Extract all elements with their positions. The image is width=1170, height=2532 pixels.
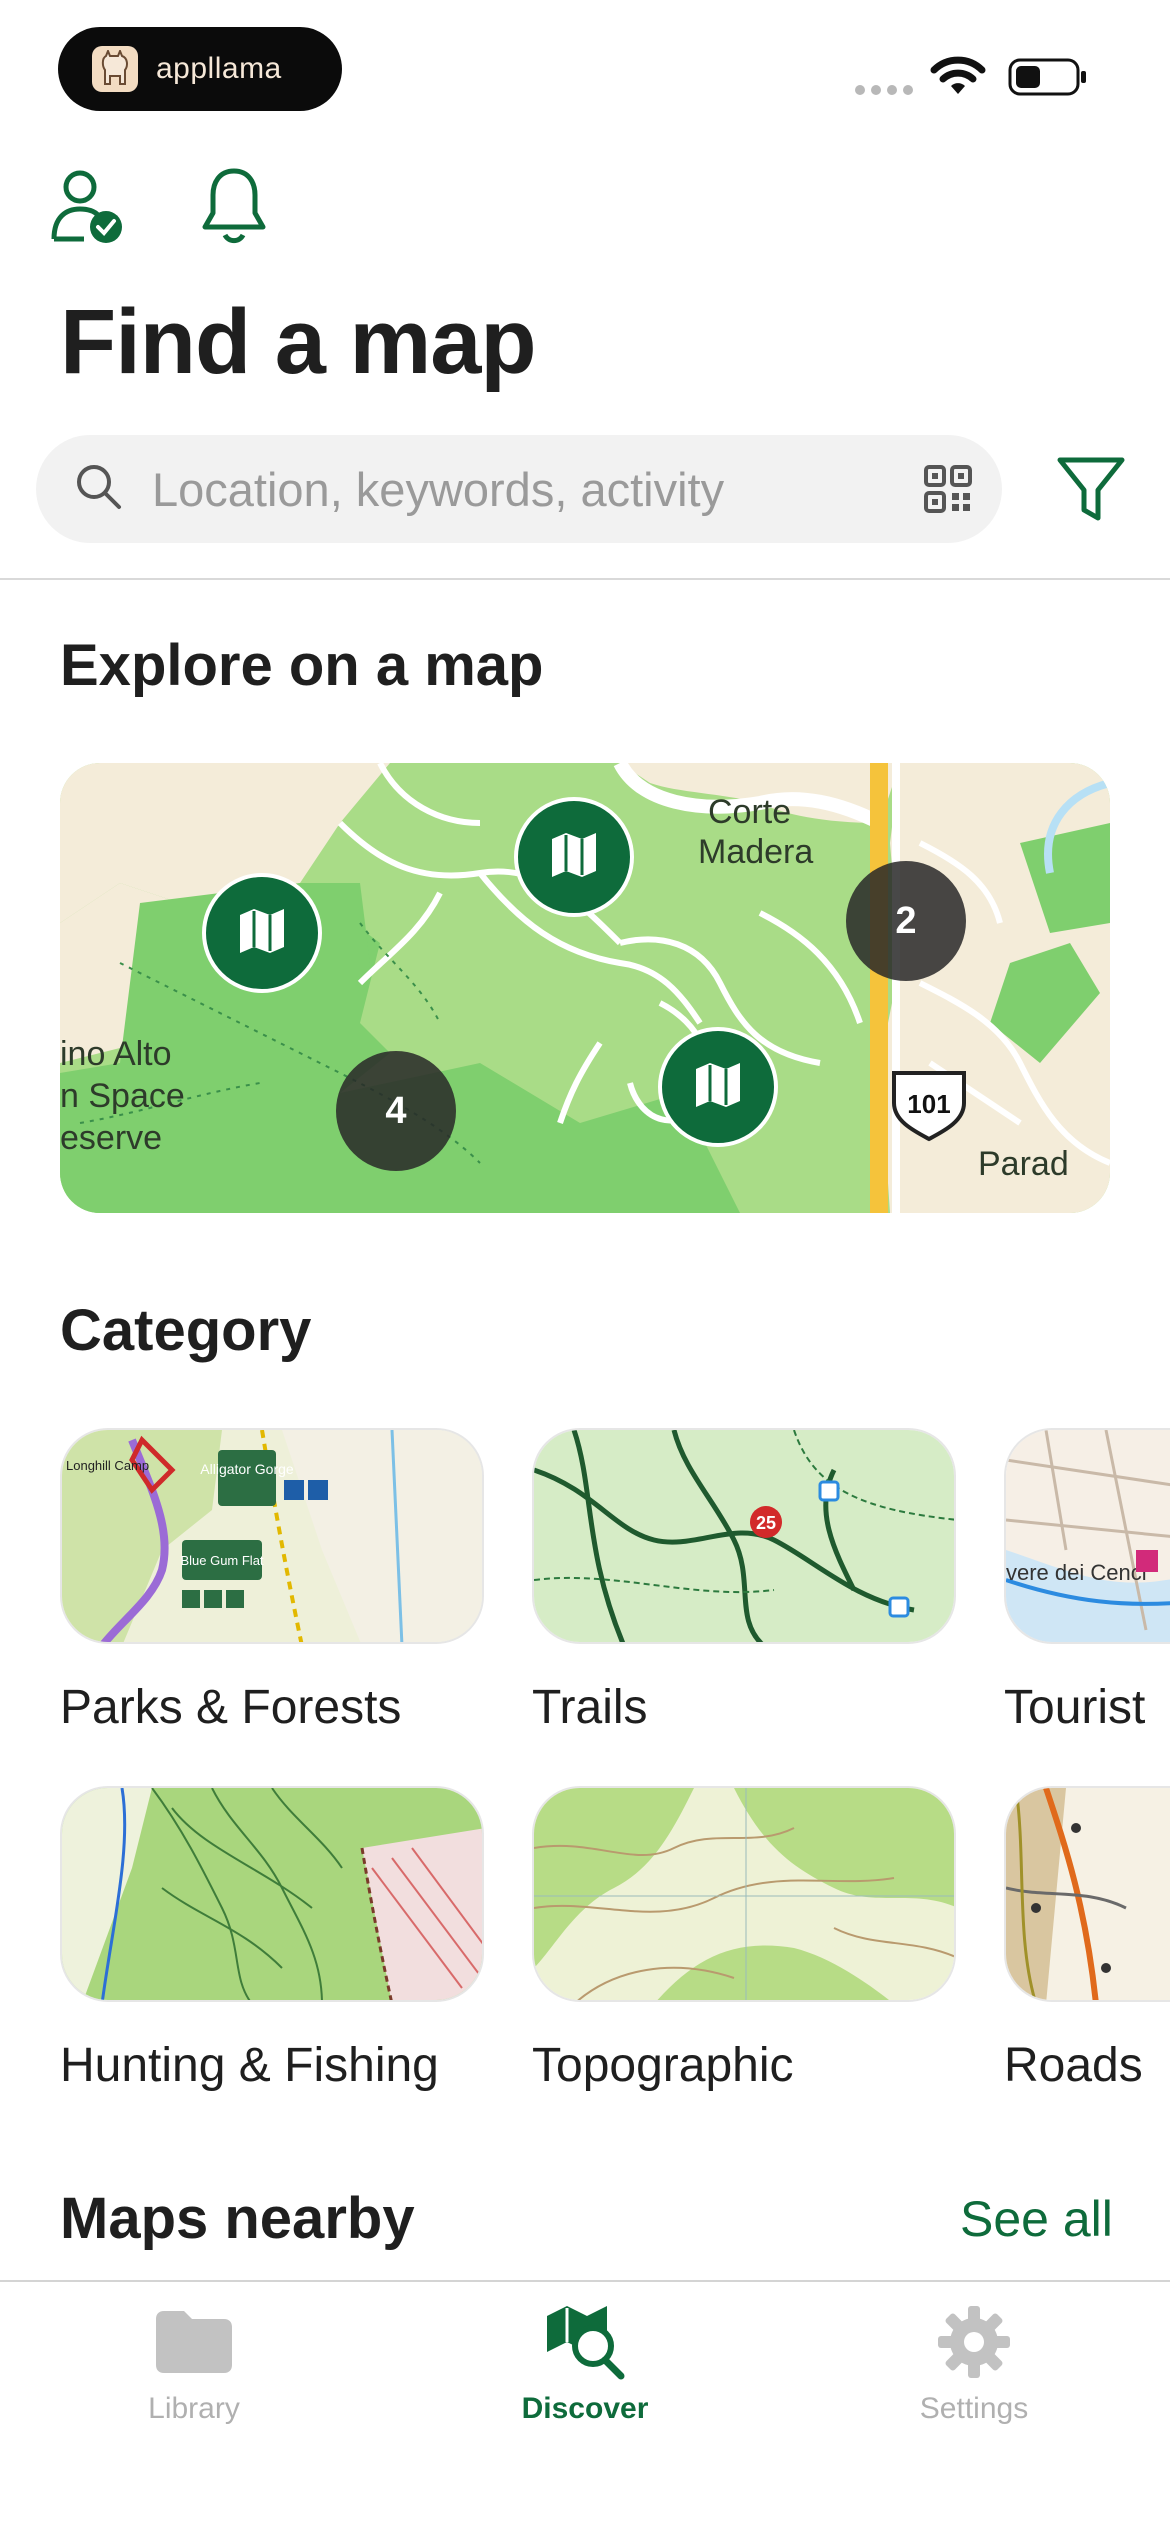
route-shield-label: 101 [907, 1089, 950, 1119]
page-title: Find a map [60, 291, 537, 393]
category-card-parks-forests[interactable]: Alligator Gorge Blue Gum Flat Longhill C… [60, 1428, 484, 1735]
filter-icon[interactable] [1054, 452, 1128, 531]
category-thumbnail [532, 1786, 956, 2002]
wifi-icon [930, 54, 986, 103]
category-label: Tourist [1004, 1681, 1146, 1734]
category-label: Roads [1004, 2039, 1143, 2092]
category-thumbnail: vere dei Cenci [1004, 1428, 1170, 1644]
category-label: Topographic [532, 2039, 794, 2092]
folded-map-icon [694, 1061, 742, 1114]
category-thumbnail [1004, 1786, 1170, 2002]
map-label-open-space: n Space [60, 1077, 185, 1115]
thumb-text-camp: Longhill Camp [66, 1458, 149, 1473]
map-label-corte: Corte [708, 793, 792, 831]
category-label: Parks & Forests [60, 1681, 402, 1734]
map-label-ino-alto: ino Alto [60, 1035, 172, 1073]
map-pin[interactable] [514, 797, 634, 917]
tab-library[interactable]: Library [74, 2302, 314, 2426]
tab-label: Library [148, 2392, 240, 2425]
map-cluster[interactable]: 4 [336, 1051, 456, 1171]
header-divider [0, 578, 1170, 580]
status-bar: appllama [0, 0, 1170, 130]
category-label: Trails [532, 1681, 648, 1734]
folder-icon [74, 2302, 314, 2382]
category-card-trails[interactable]: 25 Trails [532, 1428, 956, 1735]
category-label: Hunting & Fishing [60, 2039, 439, 2092]
category-thumbnail [60, 1786, 484, 2002]
folded-map-icon [550, 831, 598, 884]
tab-label: Settings [919, 2392, 1029, 2425]
notification-bell-icon[interactable] [196, 165, 272, 245]
map-pin[interactable] [658, 1027, 778, 1147]
explore-section-title: Explore on a map [60, 633, 544, 698]
signal-icon [855, 85, 913, 95]
explore-map[interactable]: 101 Corte Madera ino Alto n Space eserve… [60, 763, 1110, 1213]
qr-code-icon[interactable] [924, 465, 972, 518]
llama-logo-icon [92, 46, 138, 92]
map-label-parad: Parad [978, 1145, 1069, 1183]
nearby-section-title: Maps nearby [60, 2186, 415, 2251]
map-cluster[interactable]: 2 [846, 861, 966, 981]
account-verified-icon[interactable] [50, 165, 126, 245]
folded-map-icon [238, 907, 286, 960]
gear-icon [854, 2302, 1094, 2382]
category-thumbnail: 25 [532, 1428, 956, 1644]
thumb-text-route25: 25 [756, 1513, 776, 1533]
thumb-text-gorge: Alligator Gorge [200, 1461, 294, 1477]
tab-discover[interactable]: Discover [465, 2302, 705, 2426]
category-card-roads[interactable]: Roads [1004, 1786, 1170, 2093]
search-input[interactable] [152, 461, 892, 517]
category-thumbnail: Alligator Gorge Blue Gum Flat Longhill C… [60, 1428, 484, 1644]
search-bar[interactable] [36, 435, 1002, 543]
category-section-title: Category [60, 1298, 312, 1363]
map-search-icon [465, 2302, 705, 2382]
category-grid: Alligator Gorge Blue Gum Flat Longhill C… [60, 1428, 1170, 2128]
thumb-text-tourist: vere dei Cenci [1006, 1560, 1147, 1585]
category-card-topographic[interactable]: Topographic [532, 1786, 956, 2093]
map-label-madera: Madera [698, 833, 814, 871]
category-card-hunting-fishing[interactable]: Hunting & Fishing [60, 1786, 484, 2093]
tab-label: Discover [521, 2392, 649, 2425]
map-label-reserve: eserve [60, 1119, 163, 1157]
tab-bar: Library Discover Settings [0, 2280, 1170, 2532]
app-badge[interactable]: appllama [58, 27, 342, 111]
battery-icon [1008, 58, 1088, 96]
see-all-link[interactable]: See all [960, 2190, 1113, 2248]
map-pin[interactable] [202, 873, 322, 993]
search-icon [74, 462, 124, 517]
category-card-tourist[interactable]: vere dei Cenci Tourist [1004, 1428, 1170, 1735]
app-name: appllama [156, 52, 282, 85]
thumb-text-bluegum: Blue Gum Flat [180, 1553, 263, 1568]
header-actions [50, 165, 272, 245]
tab-settings[interactable]: Settings [854, 2302, 1094, 2426]
